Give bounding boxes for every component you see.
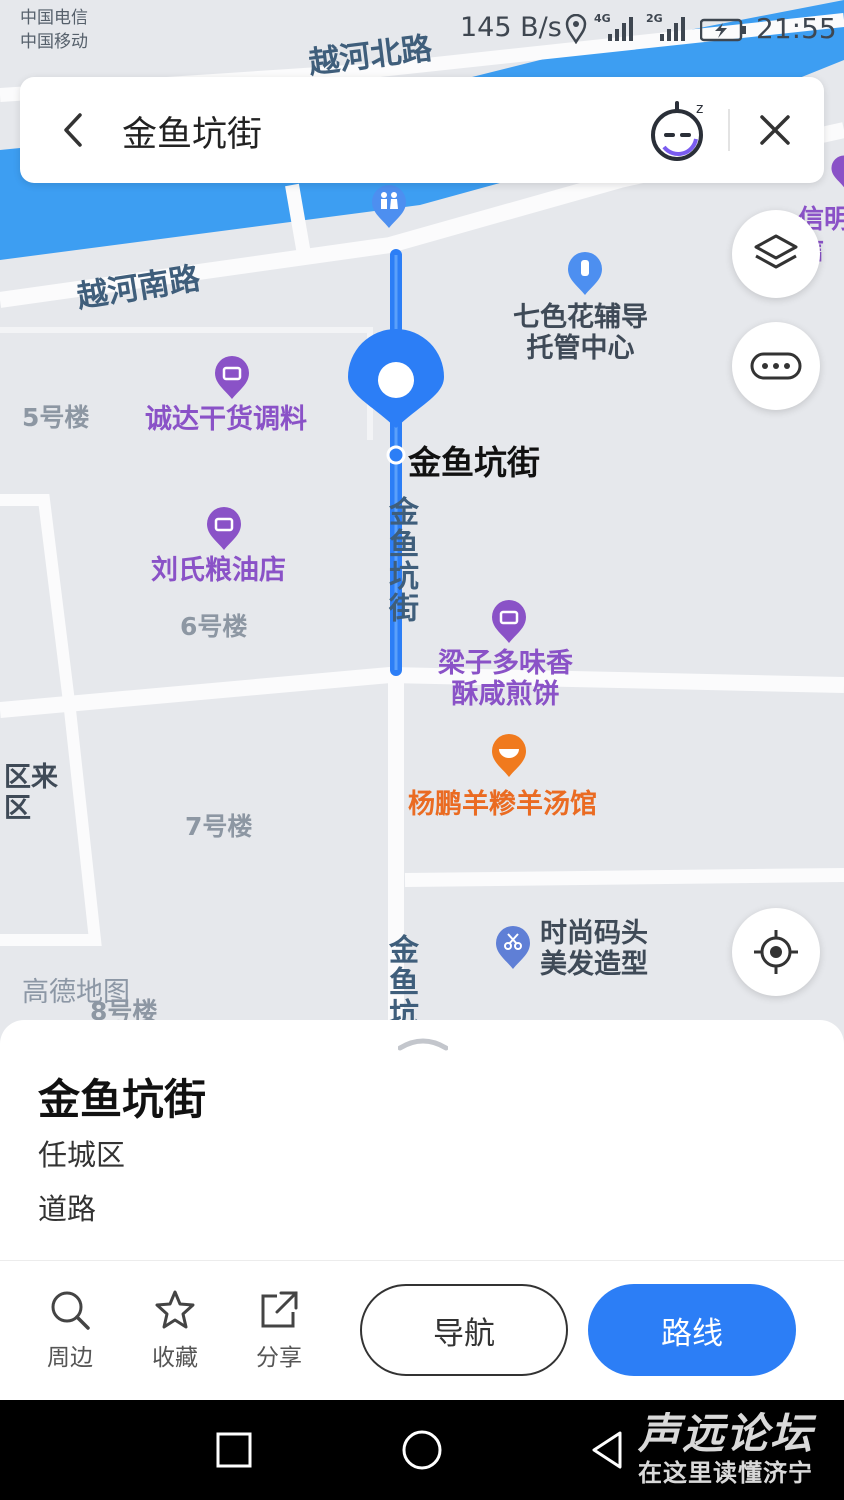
- signal-1-icon: [608, 17, 633, 41]
- poi-liangzi-line1: 梁子多味香: [438, 648, 573, 679]
- back-arrow-icon[interactable]: [50, 105, 100, 155]
- navigate-button[interactable]: 导航: [360, 1284, 568, 1376]
- search-icon: [51, 1291, 90, 1330]
- sheet-divider: [0, 1260, 844, 1261]
- place-district: 任城区: [38, 1138, 126, 1172]
- carrier-1: 中国电信: [20, 8, 88, 28]
- place-title: 金鱼坑街: [38, 1075, 207, 1124]
- back-triangle-icon[interactable]: [586, 1428, 630, 1472]
- building-label-6: 6号楼: [180, 612, 248, 641]
- network-speed: 145 B/s: [460, 12, 562, 43]
- locate-me-button[interactable]: [732, 908, 820, 996]
- share-button[interactable]: 分享: [239, 1288, 319, 1372]
- place-detail-sheet[interactable]: 金鱼坑街 任城区 道路 周边 收藏 分享 导航 路线: [0, 1020, 844, 1400]
- more-dots-icon: [750, 352, 802, 380]
- forum-watermark-title: 声远论坛: [638, 1409, 815, 1458]
- close-icon[interactable]: [750, 105, 800, 155]
- poi-qisehua[interactable]: 七色花辅导 托管中心: [513, 302, 648, 364]
- star-icon: [155, 1290, 195, 1329]
- layers-button[interactable]: [732, 210, 820, 298]
- search-query-text[interactable]: 金鱼坑街: [122, 106, 262, 157]
- crosshair-locate-icon: [754, 930, 798, 974]
- building-label-7: 7号楼: [185, 812, 253, 841]
- forum-watermark: 声远论坛 在这里读懂济宁: [638, 1410, 838, 1496]
- amap-watermark-logo: 高德地图: [22, 977, 130, 1008]
- poi-yangpeng[interactable]: 杨鹏羊糁羊汤馆: [408, 782, 597, 821]
- clock: 21:55: [756, 12, 837, 45]
- poi-edge-left-line1: 区来: [4, 762, 58, 793]
- shop-pin-icon[interactable]: [205, 505, 243, 551]
- poi-edge-left-line2: 区: [4, 793, 31, 824]
- poi-liushi[interactable]: 刘氏粮油店: [151, 555, 286, 586]
- poi-shishang-line1: 时尚码头: [540, 918, 648, 949]
- poi-edge-left[interactable]: 区来 区: [4, 762, 58, 824]
- bottle-pin-icon[interactable]: [566, 250, 604, 296]
- voice-assistant-icon[interactable]: z: [644, 95, 714, 165]
- restroom-pin-icon[interactable]: [370, 183, 408, 229]
- poi-qisehua-line1: 七色花辅导: [513, 302, 648, 333]
- route-button[interactable]: 路线: [588, 1284, 796, 1376]
- share-icon: [261, 1291, 298, 1328]
- carrier-2: 中国移动: [20, 32, 88, 52]
- selected-road-label: 金鱼坑街: [408, 443, 540, 482]
- svg-text:z: z: [696, 101, 703, 117]
- shop-pin-icon[interactable]: [490, 598, 528, 644]
- nearby-button[interactable]: 周边: [30, 1288, 110, 1372]
- location-icon: [565, 14, 587, 44]
- favorite-label: 收藏: [152, 1345, 198, 1371]
- poi-shishang[interactable]: 时尚码头 美发造型: [540, 918, 648, 980]
- poi-liangzi[interactable]: 梁子多味香 酥咸煎饼: [438, 648, 573, 710]
- layers-icon: [754, 234, 798, 269]
- home-circle-icon[interactable]: [400, 1428, 444, 1472]
- more-button[interactable]: [732, 322, 820, 410]
- shop-pin-icon[interactable]: [830, 154, 844, 188]
- recents-square-icon[interactable]: [212, 1428, 256, 1472]
- poi-shishang-line2: 美发造型: [540, 949, 648, 980]
- salon-pin-icon[interactable]: [494, 924, 532, 970]
- shop-pin-icon[interactable]: [213, 354, 251, 400]
- battery-charging-icon: [700, 18, 746, 42]
- building-label-5: 5号楼: [22, 403, 90, 432]
- search-bar[interactable]: 金鱼坑街 z: [20, 77, 824, 183]
- forum-watermark-slogan: 在这里读懂济宁: [638, 1459, 813, 1487]
- favorite-button[interactable]: 收藏: [135, 1288, 215, 1372]
- poi-qisehua-line2: 托管中心: [526, 333, 635, 364]
- sheet-drag-handle-icon[interactable]: [398, 1032, 448, 1052]
- poi-chengda[interactable]: 诚达干货调料: [145, 404, 307, 435]
- nearby-label: 周边: [47, 1345, 93, 1371]
- carrier-labels: 中国电信 中国移动: [20, 6, 88, 54]
- poi-liangzi-line2: 酥咸煎饼: [451, 679, 560, 710]
- noodle-bowl-pin-icon[interactable]: [490, 732, 528, 778]
- place-category: 道路: [38, 1192, 97, 1226]
- road-label-jinyukeng: 金鱼坑街: [383, 496, 418, 624]
- status-bar: 中国电信 中国移动 145 B/s 4G 2G 21:55: [0, 0, 844, 60]
- search-divider: [728, 109, 730, 151]
- signal-2-icon: [660, 17, 685, 41]
- share-label: 分享: [256, 1345, 302, 1371]
- road-label-jinyukeng-lower: 金鱼坑: [383, 934, 418, 1020]
